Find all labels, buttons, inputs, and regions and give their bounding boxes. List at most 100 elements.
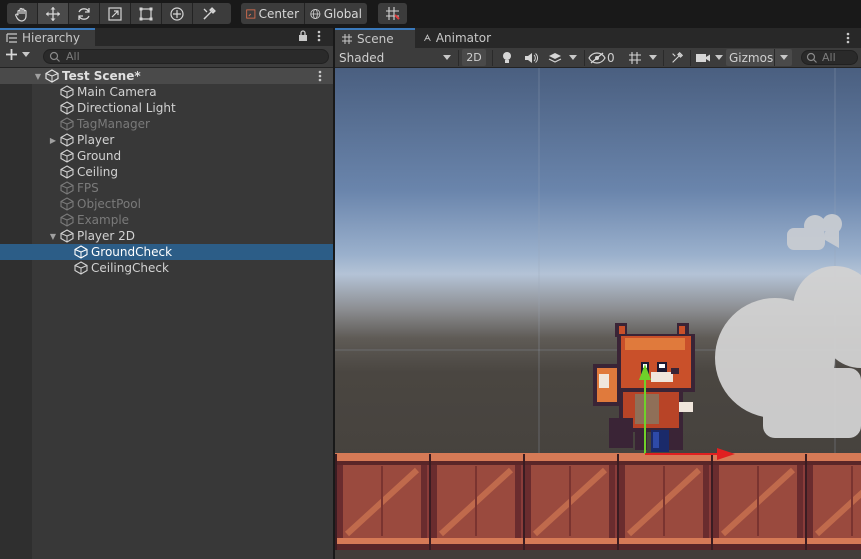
chevron-down-icon [569,54,577,60]
gameobject-cube-icon [60,229,74,243]
hierarchy-panel: Hierarchy All ▼ Test Scene* Main Camera D… [0,28,333,559]
shading-mode-dropdown[interactable]: Shaded [339,49,455,66]
hierarchy-search-placeholder: All [66,50,80,63]
camera-settings-button[interactable] [692,49,714,66]
tools-icon [203,6,216,19]
scene-panel-menu-icon[interactable] [845,31,851,48]
scale-tool-button[interactable] [100,3,131,24]
2d-mode-label: 2D [466,51,482,64]
space-label: Global [323,6,362,21]
rect-tool-button[interactable] [131,3,162,24]
shading-mode-label: Shaded [339,50,385,65]
hierarchy-row[interactable]: Example [0,212,333,228]
move-tool-button[interactable] [38,3,69,24]
create-button[interactable] [5,48,30,61]
scene-name: Test Scene* [62,69,141,83]
rect-transform-icon [139,7,153,20]
hierarchy-row-label: TagManager [77,117,150,131]
hierarchy-row[interactable]: Main Camera [0,84,333,100]
grid-toggle[interactable] [624,49,646,66]
search-icon [806,52,817,63]
custom-tool-button[interactable] [193,3,224,24]
pivot-label: Center [258,6,299,21]
camera-dropdown[interactable] [712,49,726,66]
hierarchy-row[interactable]: CeilingCheck [0,260,333,276]
hierarchy-row[interactable]: ▶ Player [0,132,333,148]
hierarchy-row[interactable]: ObjectPool [0,196,333,212]
chevron-down-icon [780,54,788,60]
grid-snap-button[interactable] [378,3,407,24]
effects-toggle[interactable] [544,49,566,66]
hierarchy-search-input[interactable]: All [43,49,329,64]
gizmos-label: Gizmos [729,50,774,65]
tab-animator[interactable]: Animator [417,28,497,48]
expand-arrow-icon[interactable]: ▼ [33,72,43,81]
grid-icon [629,51,641,64]
hidden-eye-icon [588,51,606,64]
hierarchy-row[interactable]: TagManager [0,116,333,132]
grid-dropdown[interactable] [646,49,660,66]
chevron-down-icon [22,51,30,57]
scene-search-placeholder: All [822,51,836,64]
rotate-tool-button[interactable] [69,3,100,24]
crate-tile [805,454,861,550]
hand-tool-button[interactable] [7,3,38,24]
hierarchy-row[interactable]: FPS [0,180,333,196]
hierarchy-row-label: Directional Light [77,101,176,115]
expand-arrow-icon[interactable]: ▼ [46,232,60,241]
scene-canvas [335,68,861,559]
rotate-icon [78,7,90,20]
hierarchy-row[interactable]: GroundCheck [0,244,333,260]
effects-dropdown[interactable] [566,49,580,66]
toolbar-divider [492,50,493,66]
tab-hierarchy[interactable]: Hierarchy [0,28,95,46]
audio-toggle[interactable] [520,49,542,66]
tab-scene[interactable]: Scene [335,28,415,48]
layers-icon [548,52,562,63]
hierarchy-row[interactable]: Directional Light [0,100,333,116]
scene-viewport[interactable] [335,68,861,559]
lock-icon[interactable] [298,30,308,45]
tab-scene-label: Scene [357,32,394,46]
move-icon [46,6,60,21]
hierarchy-row[interactable]: Ceiling [0,164,333,180]
hierarchy-row[interactable]: ▼ Player 2D [0,228,333,244]
transform-icon [170,6,184,21]
ground-shadow [335,550,861,559]
scene-tabbar: Scene Animator [335,28,861,48]
pivot-center-icon [246,8,256,19]
snap-group [378,3,407,24]
panel-menu-icon[interactable] [316,29,322,46]
chevron-down-icon [715,54,723,60]
scene-visibility-toggle[interactable]: 0 [588,49,622,66]
pivot-toggle[interactable]: Center [241,3,305,24]
scene-row[interactable]: ▼ Test Scene* [0,68,333,84]
pivot-space-group: Center Global [241,3,367,24]
lighting-toggle[interactable] [496,49,518,66]
2d-mode-toggle[interactable]: 2D [462,49,486,66]
gameobject-cube-icon [60,101,74,115]
scene-tools-toggle[interactable] [666,49,688,66]
tab-hierarchy-label: Hierarchy [22,31,81,45]
hierarchy-row-label: Example [77,213,130,227]
hierarchy-row-label: FPS [77,181,99,195]
hierarchy-row-label: Ceiling [77,165,118,179]
hierarchy-row-label: CeilingCheck [91,261,169,275]
crate-tile [335,454,427,550]
hand-icon [15,7,27,22]
space-toggle[interactable]: Global [305,3,367,24]
hierarchy-tree: ▼ Test Scene* Main Camera Directional Lig… [0,68,333,559]
scene-panel: Scene Animator Shaded 2D 0 Gizmos All [335,28,861,559]
crate-tile [429,454,521,550]
collapse-arrow-icon[interactable]: ▶ [46,136,60,145]
gizmos-button[interactable]: Gizmos [726,49,792,66]
scene-search-input[interactable]: All [801,50,858,65]
gameobject-cube-icon [60,197,74,211]
camera-gizmo-icon [787,214,842,250]
transform-tool-button[interactable] [162,3,193,24]
toolbar-divider [663,50,664,66]
gameobject-cube-icon [60,133,74,147]
hierarchy-row[interactable]: Ground [0,148,333,164]
scene-menu-icon[interactable] [317,69,323,83]
hierarchy-row-label: ObjectPool [77,197,141,211]
